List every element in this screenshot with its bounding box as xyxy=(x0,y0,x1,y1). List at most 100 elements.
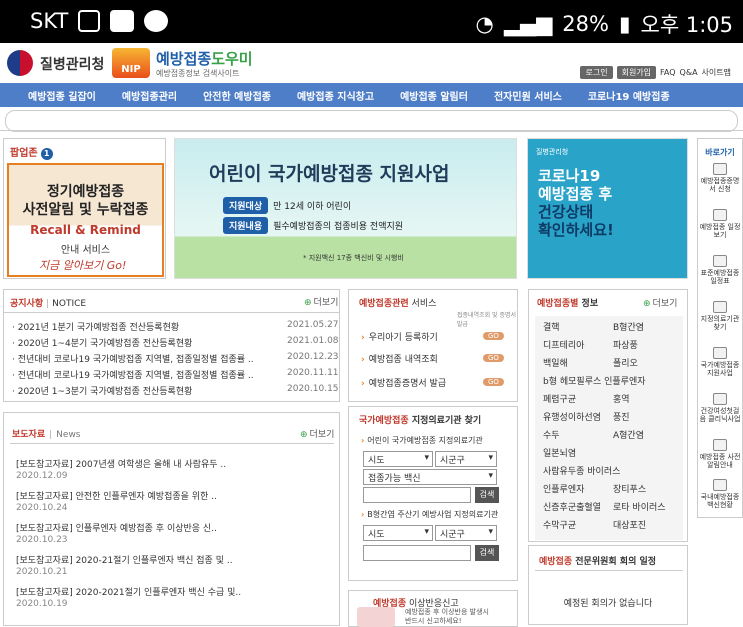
quick-item-standard[interactable]: 표준예방접종 일정표 xyxy=(698,255,742,285)
disease-link[interactable]: 파상풍 xyxy=(613,338,638,351)
popup-count-badge[interactable]: 1 xyxy=(40,148,53,160)
committee-title: 예방접종 전문위원회 회의 일정 xyxy=(539,557,657,567)
popup-header: 팝업존 1 xyxy=(10,144,53,160)
disease-link[interactable]: 로타 바이러스 xyxy=(613,500,666,513)
nav-covid[interactable]: 코로나19 예방접종 xyxy=(562,88,670,103)
certificate-issue-go-button[interactable]: GO xyxy=(483,378,504,386)
committee-message: 예정된 회의가 없습니다 xyxy=(563,599,653,609)
quick-item-clinic[interactable]: 지정의료기관 찾기 xyxy=(698,301,742,331)
press-item[interactable]: [보도참고자료] 2020-21절기 인플루엔자 백신 접종 및 .. xyxy=(16,553,233,566)
press-date: 2020.12.09 xyxy=(16,471,68,481)
adverse-desc: 예방접종 후 이상반응 발생시 반드시 신고하세요! xyxy=(405,608,489,625)
disease-link[interactable]: 결핵 xyxy=(543,320,560,333)
quick-item-alert[interactable]: 예방접종 사전알림안내 xyxy=(698,439,742,469)
submenu-bar[interactable] xyxy=(5,110,738,132)
nav-management[interactable]: 예방접종관리 xyxy=(96,88,177,103)
popup-line-3: Recall & Remind xyxy=(30,223,141,237)
popup-go-link[interactable]: 지금 알아보기 Go! xyxy=(39,257,126,273)
hepb-sido-select[interactable]: 시도 xyxy=(363,525,433,541)
disease-link[interactable]: 신증후군출혈열 xyxy=(543,500,601,513)
press-item[interactable]: [보도참고자료] 2020-2021절기 인플루엔자 백신 수급 및.. xyxy=(16,585,241,598)
status-bar: SKT ◔ ▂▄▆ 28% ▮ 오후 1:05 xyxy=(0,0,743,43)
disease-link[interactable]: 유행성이하선염 xyxy=(543,410,601,423)
nav-guide[interactable]: 예방접종 길잡이 xyxy=(0,88,96,103)
disease-link[interactable]: 폴리오 xyxy=(613,356,638,369)
register-baby-link[interactable]: 우리아기 등록하기 xyxy=(361,330,438,343)
history-lookup-go-button[interactable]: GO xyxy=(483,354,504,362)
child-vaccination-banner[interactable]: 어린이 국가예방접종 지원사업 지원대상 만 12세 이하 어린이 지원내용 필수예… xyxy=(174,138,517,279)
sitemap-link[interactable]: 사이트맵 xyxy=(702,67,731,78)
sigungu-select[interactable]: 시군구 xyxy=(435,451,497,467)
quick-item-schedule[interactable]: 예방접종 일정보기 xyxy=(698,209,742,239)
disease-link[interactable]: 디프테리아 xyxy=(543,338,584,351)
brand-title[interactable]: 예방접종도우미 xyxy=(156,48,253,69)
disease-link[interactable]: 폐렴구균 xyxy=(543,392,576,405)
main-nav: 예방접종 길잡이 예방접종관리 안전한 예방접종 예방접종 지식창고 예방접종 … xyxy=(0,83,743,107)
nav-knowledge[interactable]: 예방접종 지식창고 xyxy=(271,88,374,103)
services-subtitle: 접종내역조회 및 증명서발급 xyxy=(457,312,517,328)
qna-link[interactable]: Q&A xyxy=(680,68,698,77)
disease-link[interactable]: A형간염 xyxy=(613,428,644,441)
notice-item[interactable]: · 2020년 1~3분기 국가예방접종 전산등록현황 xyxy=(12,384,192,397)
disease-link[interactable]: 인플루엔자 xyxy=(543,482,584,495)
banner-note: * 지원백신 17종 백신비 및 시행비 xyxy=(303,254,404,262)
press-divider xyxy=(10,443,334,444)
org-name[interactable]: 질병관리청 xyxy=(40,54,104,74)
disease-link[interactable]: 대상포진 xyxy=(613,518,646,531)
disease-link[interactable]: 백일해 xyxy=(543,356,568,369)
press-tab[interactable]: 보도자료 | News xyxy=(12,427,81,440)
press-item[interactable]: [보도참고자료] 2007년생 여학생은 올해 내 사람유두 .. xyxy=(16,457,226,470)
hepb-clinic-input[interactable] xyxy=(363,545,471,561)
notice-panel: 공지사항|NOTICE 더보기 · 2021년 1분기 국가예방접종 전산등록현… xyxy=(3,289,340,402)
hepb-search-button[interactable]: 검색 xyxy=(475,545,499,561)
register-baby-go-button[interactable]: GO xyxy=(483,332,504,340)
nav-safe[interactable]: 안전한 예방접종 xyxy=(177,88,271,103)
disease-link[interactable]: 수두 xyxy=(543,428,560,441)
notice-item[interactable]: · 전년대비 코로나19 국가예방접종 지역별, 접종일정별 접종률 .. xyxy=(12,368,254,381)
disease-link[interactable]: 일본뇌염 xyxy=(543,446,576,459)
nip-logo[interactable]: NIP xyxy=(112,48,150,78)
sido-select[interactable]: 시도 xyxy=(363,451,433,467)
history-lookup-link[interactable]: 예방접종 내역조회 xyxy=(361,352,438,365)
quick-item-women[interactable]: 건강여성첫걸음 클리닉사업 xyxy=(698,393,742,423)
login-button[interactable]: 로그인 xyxy=(580,66,613,79)
notice-item[interactable]: · 2021년 1분기 국가예방접종 전산등록현황 xyxy=(12,320,179,333)
clinic-search-button[interactable]: 검색 xyxy=(475,487,499,503)
popup-header-label: 팝업존 xyxy=(10,148,38,159)
certificate-issue-link[interactable]: 예방접종증명서 발급 xyxy=(361,376,446,389)
disease-link[interactable]: 사람유두종 바이러스 xyxy=(543,464,620,477)
hepb-sigungu-select[interactable]: 시군구 xyxy=(435,525,497,541)
disease-link[interactable]: 수막구균 xyxy=(543,518,576,531)
gallery-icon xyxy=(78,10,100,32)
notice-more-link[interactable]: 더보기 xyxy=(304,295,339,308)
notice-tab[interactable]: 공지사항 | NOTICE xyxy=(10,296,86,309)
quick-item-vaccines[interactable]: 국내예방접종 백신현황 xyxy=(698,479,742,509)
notice-item[interactable]: · 전년대비 코로나19 국가예방접종 지역별, 접종일정별 접종률 .. xyxy=(12,352,254,365)
adverse-report-panel[interactable]: 예방접종 이상반응신고 예방접종 후 이상반응 발생시 반드시 신고하세요! xyxy=(348,590,518,627)
popup-banner[interactable]: 정기예방접종 사전알림 및 누락접종 Recall & Remind 안내 서비… xyxy=(7,163,164,277)
clinic-name-input[interactable] xyxy=(363,487,471,503)
notice-item[interactable]: · 2020년 1~4분기 국가예방접종 전산등록현황 xyxy=(12,336,192,349)
signup-button[interactable]: 회원가입 xyxy=(616,66,657,79)
quick-item-certificate[interactable]: 예방접종증명서 신청 xyxy=(698,163,742,193)
press-item[interactable]: [보도참고자료] 안전한 인플루엔자 예방접종을 위한 .. xyxy=(16,489,217,502)
kdca-logo-icon[interactable] xyxy=(7,50,33,76)
disease-link[interactable]: b형 헤모필루스 인플루엔자 xyxy=(543,374,646,387)
battery-label: 28% xyxy=(562,12,609,36)
quick-item-support[interactable]: 국가예방접종 지원사업 xyxy=(698,347,742,377)
disease-link[interactable]: 홍역 xyxy=(613,392,630,405)
nav-notice[interactable]: 예방접종 알림터 xyxy=(374,88,468,103)
press-more-link[interactable]: 더보기 xyxy=(300,427,335,440)
nav-civil[interactable]: 전자민원 서비스 xyxy=(468,88,562,103)
disease-link[interactable]: 장티푸스 xyxy=(613,482,646,495)
disease-link[interactable]: 풍진 xyxy=(613,410,630,423)
faq-link[interactable]: FAQ xyxy=(660,68,676,77)
hospital-icon xyxy=(713,301,727,313)
vaccine-select[interactable]: 접종가능 백신 xyxy=(363,469,497,485)
disease-link[interactable]: B형간염 xyxy=(613,320,644,333)
clock-label: 오후 1:05 xyxy=(640,13,733,37)
woman-icon xyxy=(713,393,727,405)
press-item[interactable]: [보도참고자료] 인플루엔자 예방접종 후 이상반응 신.. xyxy=(16,521,217,534)
disease-more-link[interactable]: 더보기 xyxy=(643,296,678,309)
covid-banner[interactable]: 질병관리청 코로나19 예방접종 후 건강상태 확인하세요! xyxy=(527,138,688,279)
